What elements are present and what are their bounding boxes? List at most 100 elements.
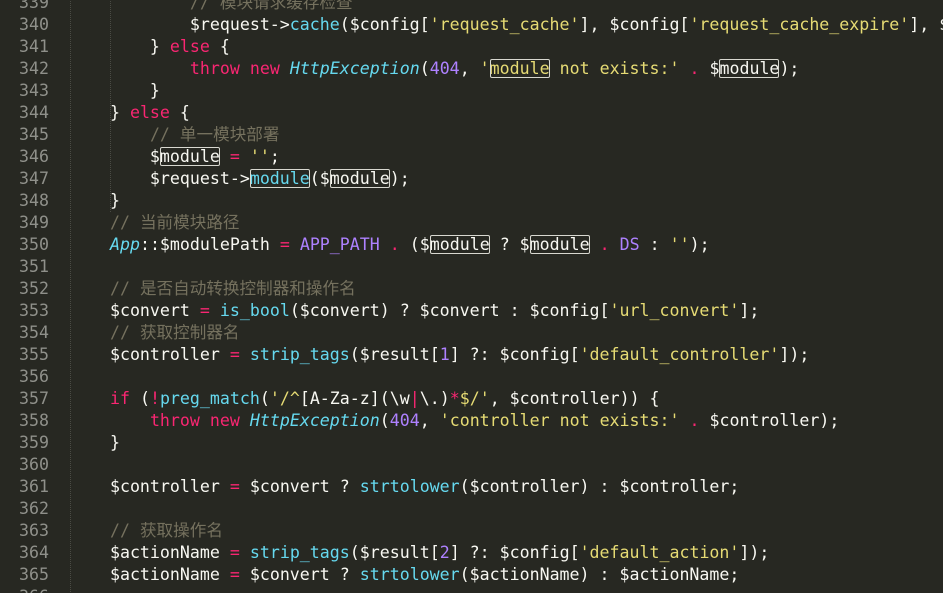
code-token: } bbox=[70, 433, 120, 452]
code-token: ); bbox=[389, 169, 410, 188]
code-line[interactable]: 347 $request->module($module); bbox=[0, 168, 943, 190]
code-editor[interactable]: 339 // 模块请求缓存检查 340 $request->cache($conf… bbox=[0, 0, 943, 593]
code-token: App bbox=[109, 235, 140, 254]
search-match-highlight: module bbox=[159, 147, 220, 166]
code-line[interactable]: 360 bbox=[0, 454, 943, 476]
code-token: , bbox=[459, 59, 480, 78]
code-line[interactable]: 365 $actionName = $convert ? strtolower(… bbox=[0, 564, 943, 586]
line-number: 342 bbox=[19, 59, 49, 78]
code-line[interactable]: 353 $convert = is_bool($convert) ? $conv… bbox=[0, 300, 943, 322]
code-token: ($convert) ? $convert : $config[ bbox=[289, 301, 610, 320]
code-token: , $controller)) { bbox=[489, 389, 660, 408]
code-token: '/^ bbox=[269, 389, 300, 408]
code-line[interactable]: 362 bbox=[0, 498, 943, 520]
code-token: ]); bbox=[779, 345, 810, 364]
code-line[interactable]: 354 // 获取控制器名 bbox=[0, 322, 943, 344]
line-number: 356 bbox=[19, 367, 49, 386]
code-token: preg_match bbox=[159, 389, 260, 408]
code-token: // 当前模块路径 bbox=[109, 213, 240, 232]
code-line[interactable]: 339 // 模块请求缓存检查 bbox=[0, 0, 943, 14]
code-line[interactable]: 363 // 获取操作名 bbox=[0, 520, 943, 542]
line-number: 345 bbox=[19, 125, 49, 144]
line-number: 360 bbox=[19, 455, 49, 474]
code-token: } bbox=[70, 191, 120, 210]
code-line[interactable]: 361 $controller = $convert ? strtolower(… bbox=[0, 476, 943, 498]
code-token: '' bbox=[249, 147, 270, 166]
code-token: ($result[ bbox=[349, 543, 440, 562]
code-line[interactable]: 341 } else { bbox=[0, 36, 943, 58]
code-token: ($config[ bbox=[339, 15, 430, 34]
code-line[interactable]: 355 $controller = strip_tags($result[1] … bbox=[0, 344, 943, 366]
code-text: // 获取操作名 bbox=[70, 520, 223, 542]
code-line[interactable]: 359 } bbox=[0, 432, 943, 454]
code-token: 404 bbox=[389, 411, 420, 430]
code-token: ($controller) : $controller; bbox=[459, 477, 740, 496]
code-text: } bbox=[70, 80, 160, 102]
code-token: 2 bbox=[439, 543, 450, 562]
code-line[interactable]: 350 App::$modulePath = APP_PATH . ($modu… bbox=[0, 234, 943, 256]
code-token: $controller bbox=[70, 345, 230, 364]
code-token: ($result[ bbox=[349, 345, 440, 364]
code-token: $convert ? bbox=[239, 565, 360, 584]
code-text: $actionName = $convert ? strtolower($act… bbox=[70, 564, 739, 586]
code-line[interactable]: 349 // 当前模块路径 bbox=[0, 212, 943, 234]
code-token: 1 bbox=[439, 345, 450, 364]
code-line[interactable]: 344 } else { bbox=[0, 102, 943, 124]
code-token: [A-Za-z](\w bbox=[299, 389, 410, 408]
code-line[interactable]: 346 $module = ''; bbox=[0, 146, 943, 168]
code-token: 'url_convert' bbox=[609, 301, 740, 320]
code-token: $controller); bbox=[699, 411, 840, 430]
code-token: } bbox=[70, 81, 160, 100]
search-match-highlight: module bbox=[529, 235, 590, 254]
line-number: 361 bbox=[19, 477, 49, 496]
code-token: = bbox=[199, 301, 210, 320]
code-line[interactable]: 366 bbox=[0, 586, 943, 593]
line-number: 362 bbox=[19, 499, 49, 518]
code-token: ] ?: $config[ bbox=[449, 543, 580, 562]
code-line[interactable]: 343 } bbox=[0, 80, 943, 102]
search-match-highlight: module bbox=[719, 59, 780, 78]
line-number: 366 bbox=[0, 586, 49, 593]
line-number: 341 bbox=[19, 37, 49, 56]
code-token: ( bbox=[379, 411, 390, 430]
code-token: ( bbox=[129, 389, 150, 408]
code-token: { bbox=[169, 103, 190, 122]
code-token: else bbox=[129, 103, 170, 122]
code-line[interactable]: 340 $request->cache($config['request_cac… bbox=[0, 14, 943, 36]
line-number: 351 bbox=[19, 257, 49, 276]
code-text: $request->module($module); bbox=[70, 168, 410, 190]
code-token: = bbox=[229, 565, 240, 584]
code-area[interactable]: 339 // 模块请求缓存检查 340 $request->cache($conf… bbox=[0, 0, 943, 593]
line-number: 346 bbox=[19, 147, 49, 166]
code-token: $/' bbox=[459, 389, 490, 408]
code-text: } else { bbox=[70, 36, 230, 58]
code-token: : bbox=[639, 235, 670, 254]
code-line[interactable]: 357 if (!preg_match('/^[A-Za-z](\w|\.)*$… bbox=[0, 388, 943, 410]
line-number: 340 bbox=[19, 15, 49, 34]
code-line[interactable]: 345 // 单一模块部署 bbox=[0, 124, 943, 146]
code-token: $convert ? bbox=[239, 477, 360, 496]
code-line[interactable]: 351 bbox=[0, 256, 943, 278]
code-token: $actionName bbox=[70, 543, 230, 562]
code-line[interactable]: 348 } bbox=[0, 190, 943, 212]
code-line[interactable]: 358 throw new HttpException(404, 'contro… bbox=[0, 410, 943, 432]
code-token: // 获取操作名 bbox=[109, 521, 223, 540]
code-line[interactable]: 342 throw new HttpException(404, 'module… bbox=[0, 58, 943, 80]
code-token: ($ bbox=[399, 235, 430, 254]
line-number: 363 bbox=[19, 521, 49, 540]
code-line[interactable]: 352 // 是否自动转换控制器和操作名 bbox=[0, 278, 943, 300]
code-text: $convert = is_bool($convert) ? $convert … bbox=[70, 300, 759, 322]
code-line[interactable]: 364 $actionName = strip_tags($result[2] … bbox=[0, 542, 943, 564]
code-token: . bbox=[599, 235, 610, 254]
code-token: = bbox=[229, 345, 240, 364]
code-line[interactable]: 356 bbox=[0, 366, 943, 388]
